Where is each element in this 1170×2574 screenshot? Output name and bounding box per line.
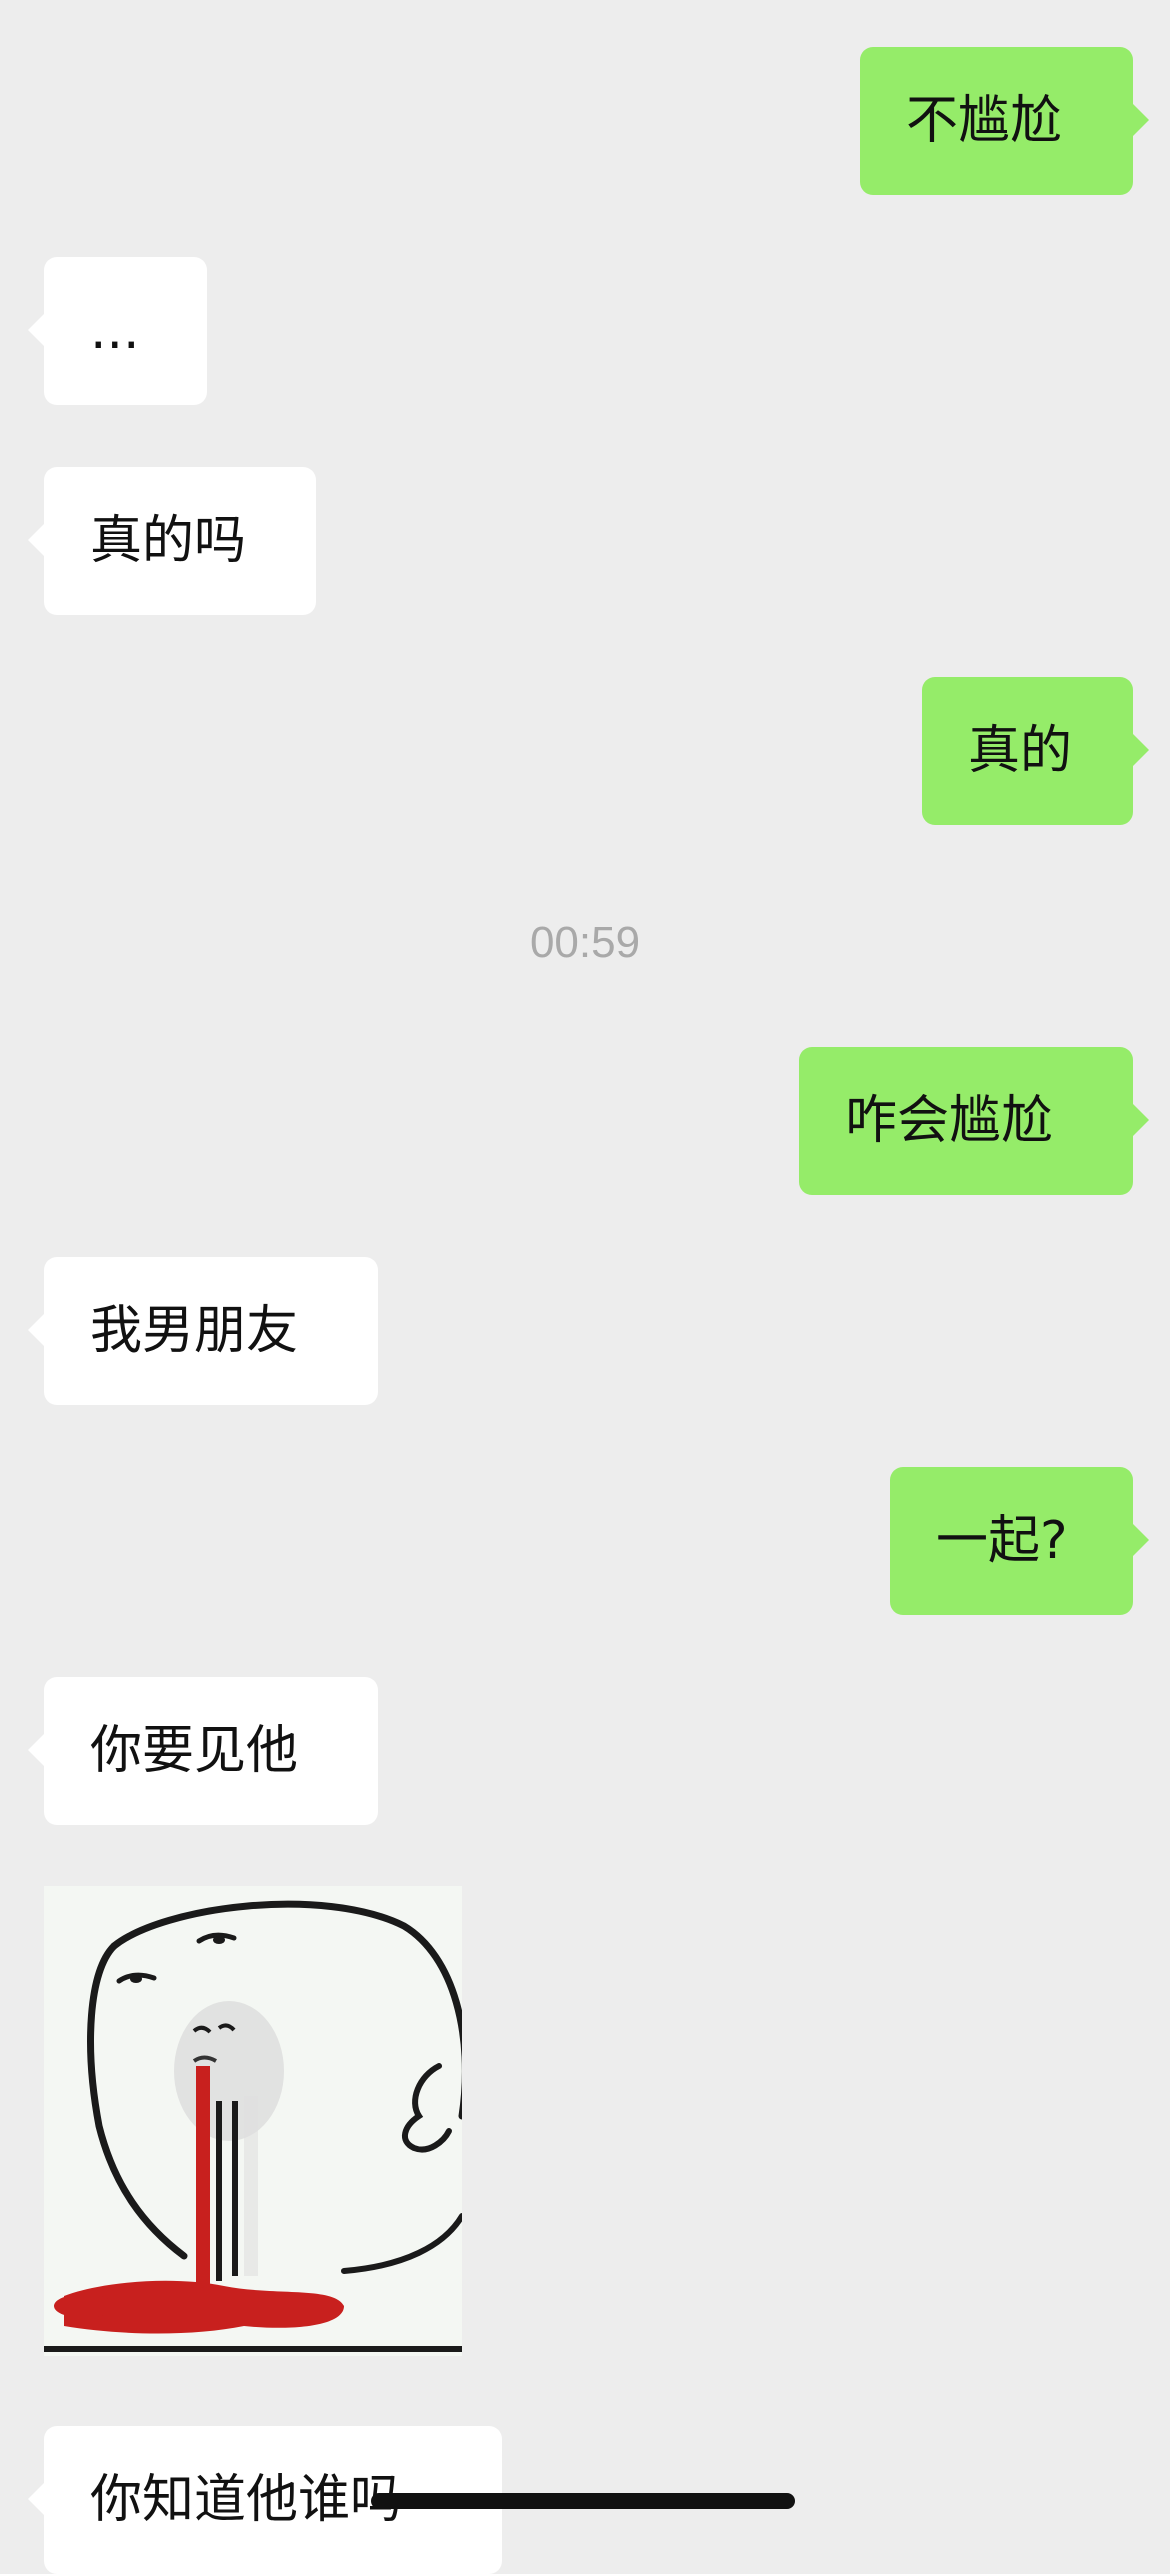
message-text: 你要见他 — [90, 1721, 299, 1781]
incoming-message-bubble[interactable]: 你要见他 — [28, 1677, 378, 1825]
message-text: ... — [90, 301, 140, 361]
outgoing-message-bubble[interactable]: 咋会尴尬 — [799, 1047, 1149, 1195]
incoming-message-bubble[interactable]: 真的吗 — [28, 467, 316, 615]
outgoing-message-bubble[interactable]: 一起? — [890, 1467, 1149, 1615]
incoming-message-bubble[interactable]: ... — [28, 257, 207, 405]
home-indicator[interactable] — [371, 2493, 795, 2509]
message-text: 一起? — [936, 1511, 1068, 1571]
nosebleed-meme-sticker[interactable] — [44, 1886, 462, 2356]
outgoing-message-bubble[interactable]: 真的 — [922, 677, 1149, 825]
message-text: 真的吗 — [90, 511, 247, 571]
incoming-message-bubble[interactable]: 我男朋友 — [28, 1257, 378, 1405]
message-text: 不尴尬 — [906, 91, 1063, 151]
chat-timestamp: 00:59 — [529, 918, 641, 967]
message-text: 你知道他谁吗 — [90, 2470, 403, 2530]
sticker-drawing — [44, 1886, 462, 2356]
message-text: 咋会尴尬 — [845, 1091, 1054, 1151]
outgoing-message-bubble[interactable]: 不尴尬 — [860, 47, 1149, 195]
chat-area: 不尴尬 ... 真的吗 真的 00:59 咋会尴尬 我男朋友 一起? 你要见他 … — [0, 0, 1170, 2574]
message-text: 真的 — [968, 721, 1073, 781]
message-text: 我男朋友 — [90, 1301, 299, 1361]
